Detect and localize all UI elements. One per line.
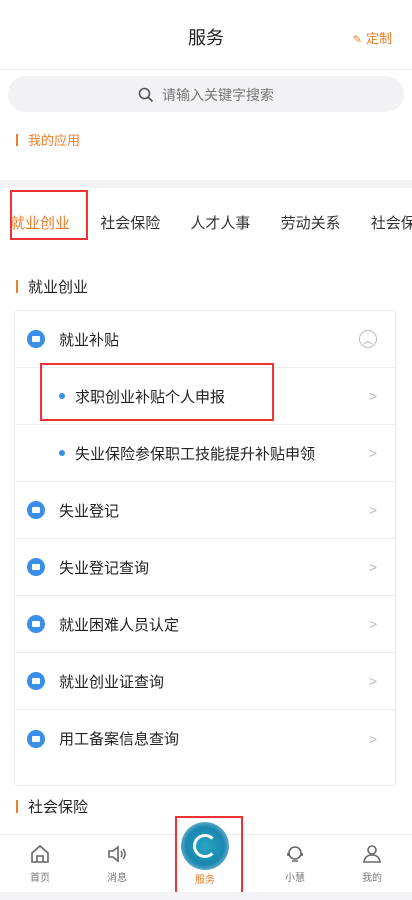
- group-employment-subsidy[interactable]: 就业补贴 ︿: [15, 311, 395, 368]
- chevron-right-icon: >: [368, 502, 377, 518]
- tab-labor-relations[interactable]: 劳动关系: [281, 212, 341, 233]
- pencil-icon: ✎: [352, 34, 362, 46]
- search-icon: [138, 87, 154, 103]
- tab-social-insurance[interactable]: 社会保险: [100, 212, 160, 233]
- section-title-social-insurance: 社会保险: [16, 796, 88, 817]
- chevron-right-icon: >: [368, 559, 377, 575]
- section-title-employment: 就业创业: [16, 276, 88, 297]
- item-certificate-query[interactable]: 就业创业证查询 >: [15, 653, 395, 710]
- item-label: 失业登记查询: [59, 559, 150, 577]
- home-icon: [31, 844, 49, 863]
- item-employment-record-query[interactable]: 用工备案信息查询 >: [15, 710, 395, 767]
- person-icon: [27, 615, 45, 633]
- item-unemployment-registration[interactable]: 失业登记 >: [15, 482, 395, 539]
- search-and-apps: 请输入关键字搜索 我的应用: [0, 70, 412, 180]
- chevron-right-icon: >: [368, 388, 377, 404]
- page-title: 服务: [188, 28, 224, 48]
- bullet-dot: [59, 450, 65, 456]
- chevron-right-icon: >: [368, 445, 377, 461]
- sub-item-skill-subsidy[interactable]: 失业保险参保职工技能提升补贴申领 >: [15, 425, 395, 482]
- nav-home[interactable]: 首页: [10, 843, 70, 884]
- tab-talent-personnel[interactable]: 人才人事: [190, 212, 250, 233]
- home-indicator-area: [0, 892, 412, 900]
- top-header: 服务 ✎ 定制: [0, 0, 412, 70]
- customize-button[interactable]: ✎ 定制: [353, 28, 392, 47]
- subsidy-icon: [27, 330, 45, 348]
- registration-icon: [27, 501, 45, 519]
- assistant-icon: [287, 846, 303, 862]
- nav-messages[interactable]: 消息: [87, 843, 147, 884]
- query-icon: [27, 558, 45, 576]
- item-registration-query[interactable]: 失业登记查询 >: [15, 539, 395, 596]
- certificate-icon: [27, 672, 45, 690]
- highlight-box-tab: [10, 190, 88, 240]
- chevron-right-icon: >: [368, 616, 377, 632]
- my-apps-title: 我的应用: [16, 130, 80, 149]
- item-label: 用工备案信息查询: [59, 731, 180, 748]
- item-label: 就业创业证查询: [59, 673, 165, 691]
- nav-mine[interactable]: 我的: [342, 843, 402, 884]
- item-label: 失业登记: [59, 502, 120, 520]
- user-icon: [363, 845, 381, 863]
- highlight-box-sub-item: [40, 363, 274, 421]
- group-label: 就业补贴: [59, 331, 120, 349]
- speaker-icon: [108, 845, 126, 863]
- search-placeholder: 请输入关键字搜索: [162, 87, 274, 103]
- customize-label: 定制: [365, 31, 392, 46]
- chevron-up-icon[interactable]: ︿: [359, 330, 377, 348]
- record-icon: [27, 729, 45, 748]
- tab-social-more[interactable]: 社会保: [371, 212, 412, 233]
- chevron-right-icon: >: [368, 673, 377, 689]
- service-content: 就业创业 就业补贴 ︿ 求职创业补贴个人申报 > 失业保险参保职工技能提升补贴申…: [0, 254, 412, 834]
- item-difficulty-certification[interactable]: 就业困难人员认定 >: [15, 596, 395, 653]
- sub-item-label: 失业保险参保职工技能提升补贴申领: [75, 445, 316, 463]
- item-label: 就业困难人员认定: [59, 616, 180, 634]
- search-input[interactable]: 请输入关键字搜索: [8, 76, 404, 112]
- highlight-box-nav: [175, 816, 243, 896]
- chevron-right-icon: >: [368, 730, 377, 747]
- nav-xiaohui[interactable]: 小慧: [265, 843, 325, 884]
